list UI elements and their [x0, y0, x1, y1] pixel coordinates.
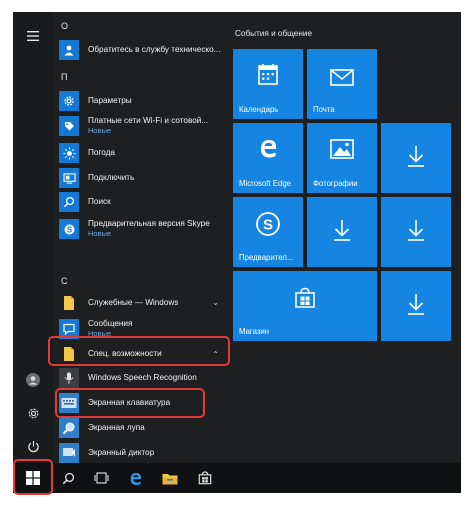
app-name: Поиск [88, 197, 111, 206]
download-icon [408, 220, 424, 241]
hamburger-icon [27, 31, 39, 41]
connect-icon [59, 168, 79, 188]
app-name: Погода [88, 148, 115, 157]
app-name: Экранная лупа [88, 423, 145, 432]
app-name: Предварительная версия Skype [88, 219, 210, 228]
tile-download-1[interactable] [381, 123, 451, 193]
taskbar-explorer-button[interactable] [153, 463, 187, 493]
magnifier-icon [59, 418, 79, 438]
gear-icon [28, 408, 38, 418]
tile-store[interactable]: Магазин [233, 271, 377, 341]
store-icon [198, 471, 212, 485]
file-explorer-icon [162, 473, 178, 484]
app-name: Экранный диктор [88, 448, 155, 457]
start-left-rail [13, 12, 53, 463]
tile-label: Магазин [239, 327, 270, 336]
edge-icon [261, 140, 276, 158]
app-feedback[interactable]: Обратитесь в службу техническо... [59, 40, 227, 60]
calendar-icon [258, 64, 278, 85]
skype-icon: S [256, 212, 280, 236]
tile-calendar[interactable]: Календарь [233, 49, 303, 119]
tile-label: Фотографии [313, 179, 358, 188]
download-icon [408, 294, 424, 315]
power-icon [27, 440, 39, 452]
gear-icon [59, 91, 79, 111]
app-folder-system-tools[interactable]: Служебные — Windows ⌄ [59, 293, 227, 313]
group-letter[interactable]: О [61, 21, 68, 31]
app-connect[interactable]: Подключить [59, 168, 227, 188]
app-name: Обратитесь в службу техническо... [88, 45, 221, 54]
feedback-app-icon [59, 40, 79, 60]
app-speech-recognition[interactable]: Windows Speech Recognition [59, 368, 227, 388]
taskbar-store-button[interactable] [188, 463, 222, 493]
new-badge: Новые [88, 126, 112, 135]
svg-text:S: S [66, 225, 71, 234]
narrator-icon [59, 443, 79, 463]
new-badge: Новые [88, 229, 112, 238]
highlight-start-button [13, 459, 53, 495]
app-name: Подключить [88, 173, 135, 182]
app-skype-preview[interactable]: S Предварительная версия Skype Новые [59, 217, 227, 241]
taskbar [13, 463, 461, 493]
app-magnifier[interactable]: Экранная лупа [59, 418, 227, 438]
skype-icon: S [59, 219, 79, 239]
app-name: Параметры [88, 96, 132, 105]
highlight-accessibility-folder [48, 336, 230, 366]
tile-download-3[interactable] [381, 197, 451, 267]
tile-mail[interactable]: Почта [307, 49, 377, 119]
tile-label: Предварител... [239, 253, 294, 262]
tile-edge[interactable]: Microsoft Edge [233, 123, 303, 193]
taskbar-search-button[interactable] [51, 463, 85, 493]
wifi-tag-icon [59, 116, 79, 136]
highlight-on-screen-keyboard [55, 388, 205, 418]
user-icon [26, 373, 40, 387]
task-view-button[interactable] [84, 463, 118, 493]
hamburger-button[interactable] [13, 18, 53, 54]
settings-button[interactable] [13, 395, 53, 431]
microphone-icon [59, 368, 79, 388]
tiles-panel: События и общение Календарь Почта Micros… [231, 12, 461, 463]
app-name: Windows Speech Recognition [88, 373, 197, 382]
tile-label: Microsoft Edge [239, 179, 292, 188]
folder-icon [59, 293, 79, 313]
download-icon [334, 220, 350, 241]
app-name: Платные сети Wi-Fi и сотовой... [88, 116, 209, 125]
mail-icon [330, 69, 354, 86]
tile-label: Календарь [239, 105, 279, 114]
app-settings[interactable]: Параметры [59, 91, 227, 111]
tile-download-2[interactable] [307, 197, 377, 267]
tile-photos[interactable]: Фотографии [307, 123, 377, 193]
sun-icon [59, 143, 79, 163]
app-search[interactable]: Поиск [59, 192, 227, 212]
chevron-down-icon: ⌄ [212, 298, 219, 307]
download-icon [408, 146, 424, 167]
edge-icon [130, 472, 141, 485]
app-paid-wifi[interactable]: Платные сети Wi-Fi и сотовой... Новые [59, 114, 227, 138]
user-account-button[interactable] [13, 362, 53, 398]
power-button[interactable] [13, 428, 53, 463]
group-letter[interactable]: П [61, 72, 67, 82]
search-icon [62, 472, 74, 484]
app-name: Служебные — Windows [88, 298, 179, 307]
group-letter[interactable]: С [61, 276, 68, 286]
tile-label: Почта [313, 105, 335, 114]
tile-skype[interactable]: S Предварител... [233, 197, 303, 267]
app-name: Сообщения [88, 319, 133, 328]
taskbar-edge-button[interactable] [118, 463, 152, 493]
app-weather[interactable]: Погода [59, 143, 227, 163]
photos-icon [330, 139, 354, 159]
search-icon [59, 192, 79, 212]
store-icon [295, 287, 315, 308]
task-view-icon [93, 472, 109, 484]
tile-group-title[interactable]: События и общение [235, 29, 312, 38]
app-narrator[interactable]: Экранный диктор [59, 443, 227, 463]
tile-download-4[interactable] [381, 271, 451, 341]
svg-text:S: S [263, 217, 273, 234]
